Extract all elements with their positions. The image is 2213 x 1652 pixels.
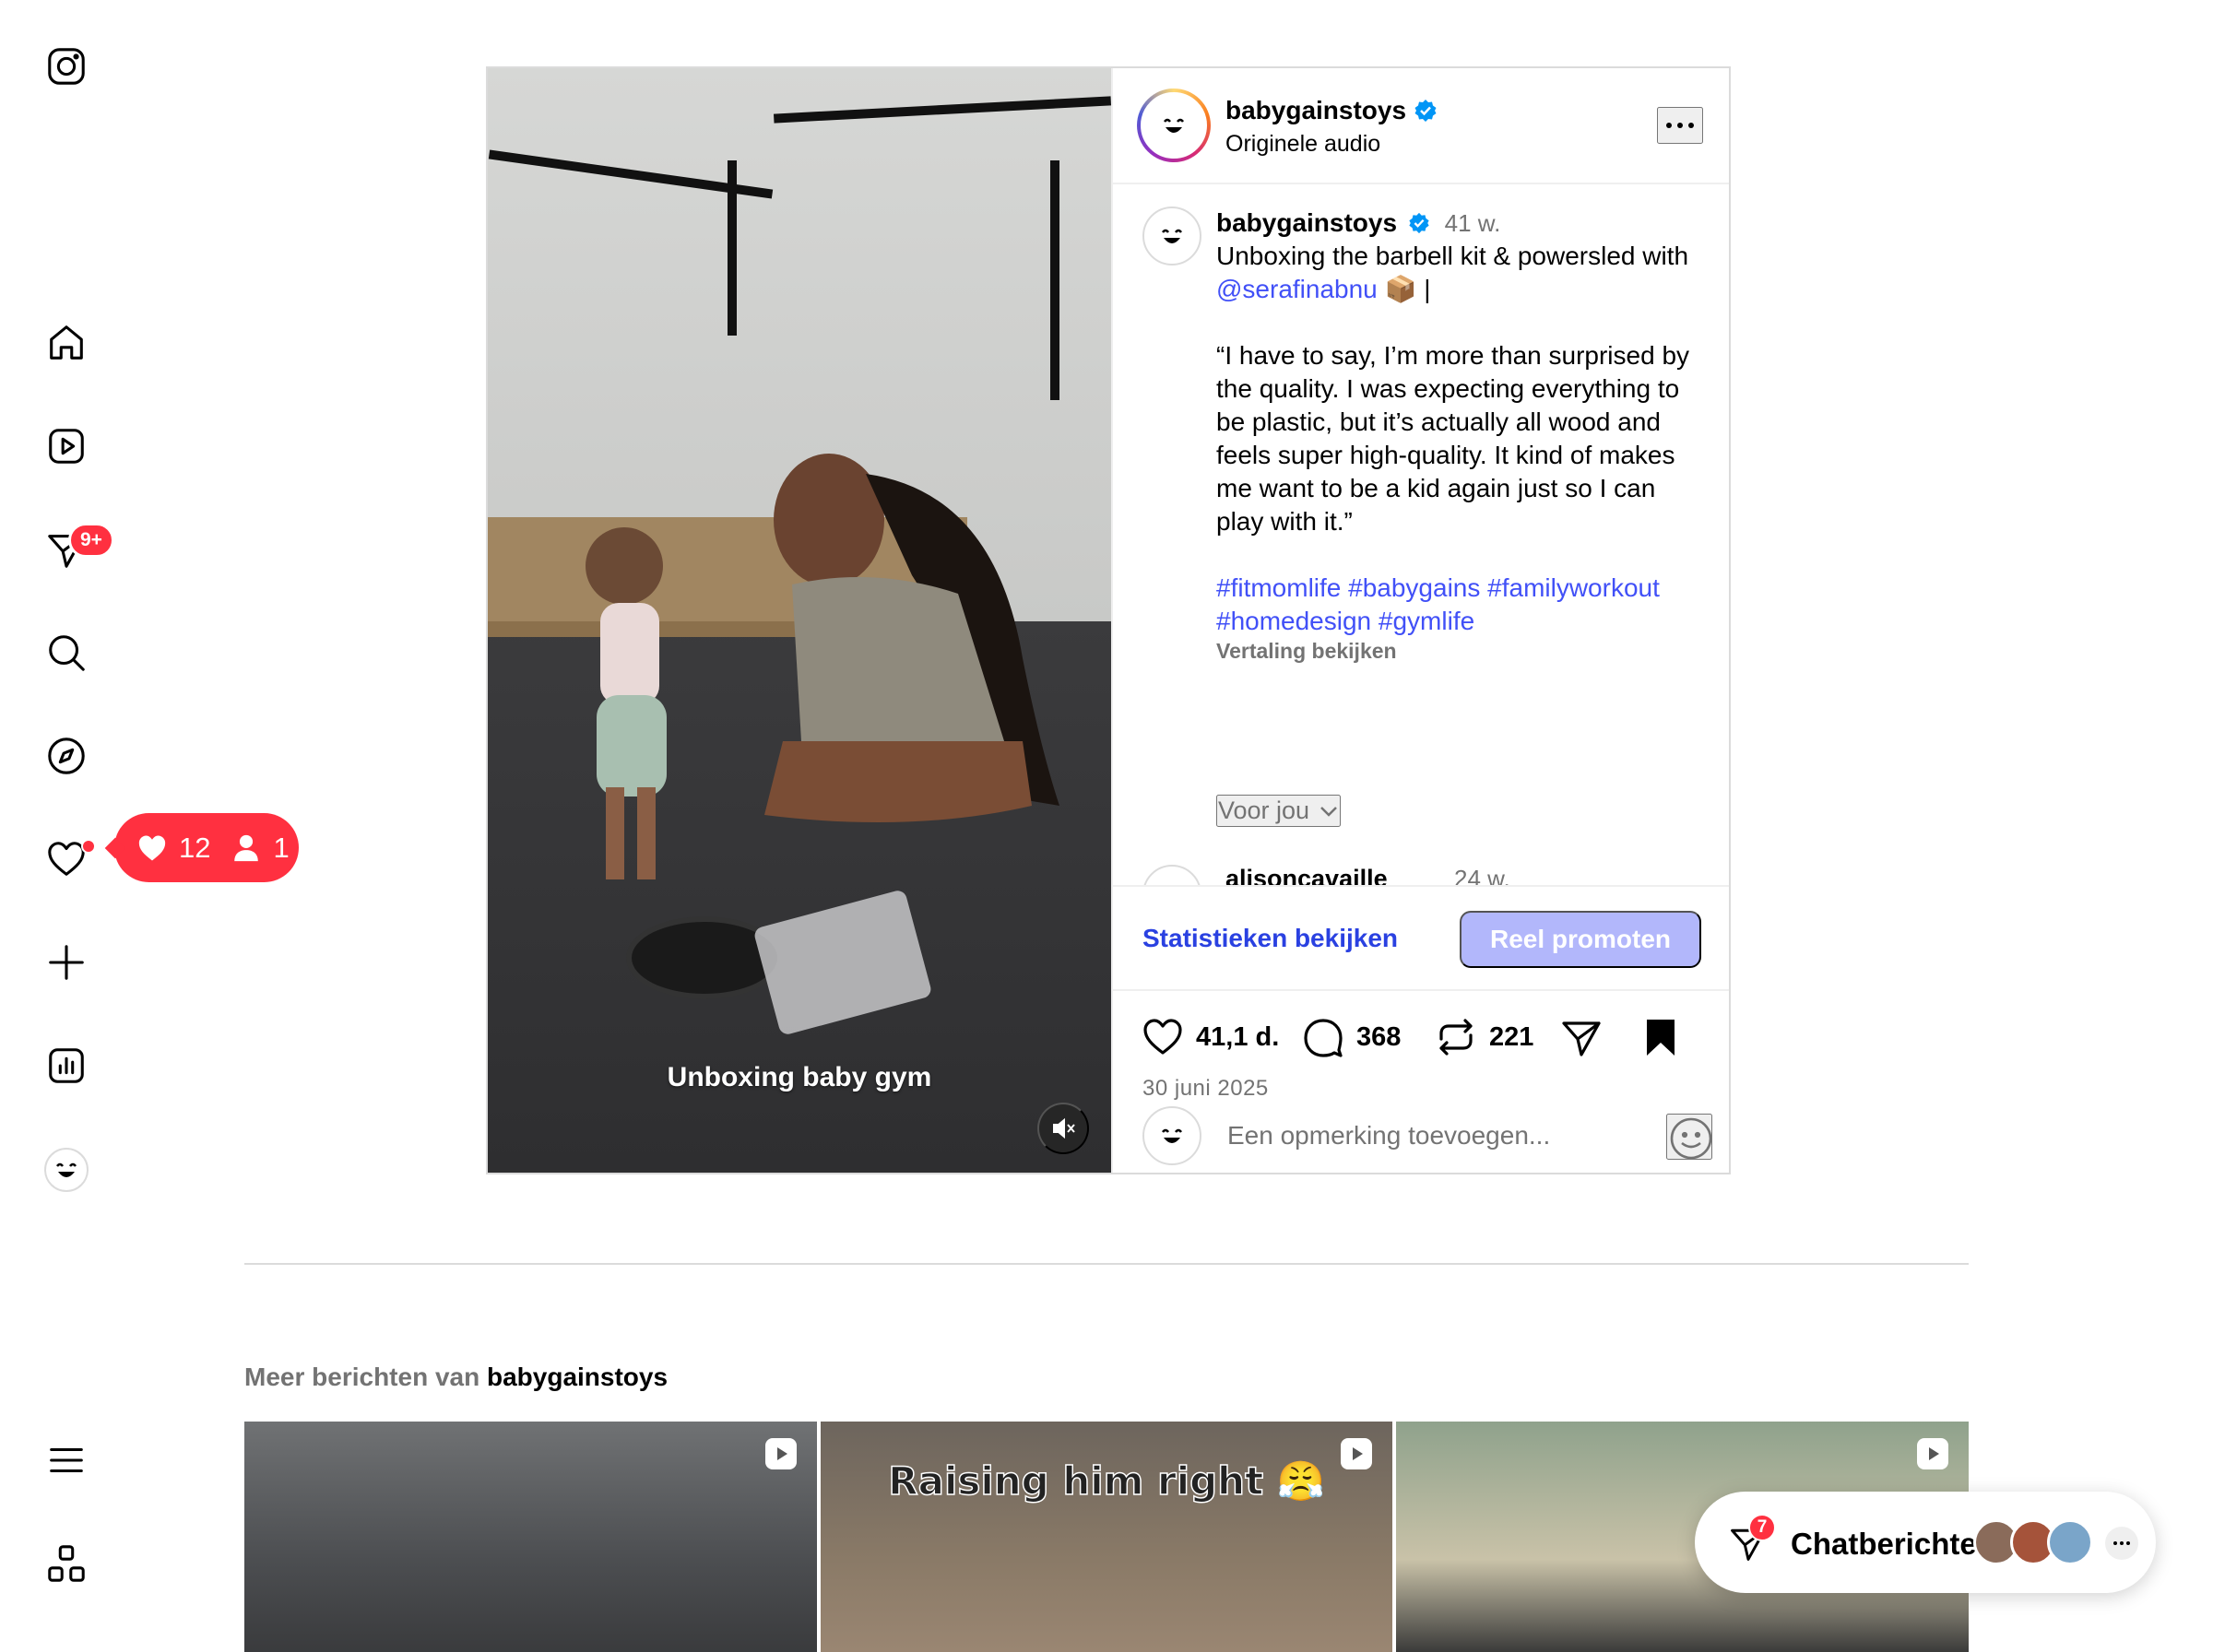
reel-icon: [1339, 1436, 1374, 1471]
caption-header: babygainstoys 41 w.: [1216, 206, 1705, 240]
mute-button[interactable]: [1037, 1103, 1089, 1154]
sidebar: 9+ 12 1: [0, 0, 299, 1652]
caption-hashtags[interactable]: #fitmomlife #babygains #familyworkout #h…: [1216, 572, 1705, 638]
reels-icon[interactable]: [44, 424, 89, 468]
post-header: babygainstoys Originele audio: [1113, 68, 1729, 184]
child-figure: [586, 527, 667, 879]
translate-link[interactable]: Vertaling bekijken: [1216, 638, 1705, 664]
caption-time: 41 w.: [1444, 209, 1501, 237]
messages-badge: 9+: [68, 523, 114, 558]
caption-username[interactable]: babygainstoys: [1216, 208, 1397, 237]
caption-line1: Unboxing the barbell kit & powersled wit…: [1216, 242, 1689, 270]
likes-count: 12: [179, 831, 211, 864]
likes-count[interactable]: 41,1 d.: [1196, 1022, 1279, 1053]
speaker-muted-icon: [1053, 1117, 1075, 1139]
smiley-face-icon: [1154, 1117, 1190, 1154]
emoji-picker-button[interactable]: [1666, 1114, 1712, 1160]
post-thumbnail[interactable]: Raising him right 😤: [820, 1422, 1393, 1652]
bookmark-icon[interactable]: [1639, 1015, 1683, 1059]
comment-sort-label: Voor jou: [1218, 796, 1310, 824]
viewer-avatar: [1142, 1106, 1201, 1165]
comment-sort-dropdown[interactable]: Voor jou: [1216, 795, 1342, 827]
comment-username[interactable]: alisoncavaille: [1225, 865, 1388, 885]
instagram-logo-icon[interactable]: [44, 44, 89, 88]
comment-time: 24 w.: [1454, 865, 1510, 885]
bar-bracket: [1050, 160, 1059, 400]
avatar: [2047, 1519, 2093, 1565]
insights-icon[interactable]: [44, 1044, 89, 1088]
post-side-panel: babygainstoys Originele audio babygainst…: [1111, 68, 1729, 1173]
chat-unread-badge: 7: [1748, 1514, 1776, 1541]
thumbnail-text: Raising him right 😤: [888, 1457, 1326, 1504]
reel-video[interactable]: Unboxing baby gym: [488, 68, 1111, 1173]
share-group: [1559, 1015, 1604, 1059]
author-avatar-story-ring[interactable]: [1137, 88, 1211, 162]
caption-mention-row: @serafinabnu 📦 |: [1216, 273, 1705, 306]
home-icon[interactable]: [44, 321, 89, 365]
author-name-row: babygainstoys: [1225, 96, 1438, 125]
add-comment-bar: [1113, 1093, 1729, 1173]
caption-author-avatar[interactable]: [1142, 206, 1201, 266]
smiley-face-icon: [1155, 107, 1192, 144]
caption-after-mention: 📦 |: [1377, 275, 1431, 303]
reel-icon: [763, 1436, 799, 1471]
author-username[interactable]: babygainstoys: [1225, 96, 1406, 125]
comment-avatar[interactable]: [1142, 865, 1201, 885]
mention-link[interactable]: @serafinabnu: [1216, 275, 1378, 303]
comment-icon[interactable]: [1301, 1015, 1345, 1059]
chat-avatars: [1973, 1519, 2093, 1565]
smiley-face-icon: [48, 1151, 85, 1188]
comments-count[interactable]: 368: [1356, 1022, 1401, 1053]
post-card: Unboxing baby gym babygainstoys Originel…: [486, 66, 1731, 1174]
menu-icon[interactable]: [44, 1438, 89, 1482]
repost-icon[interactable]: [1434, 1015, 1478, 1059]
promote-reel-button[interactable]: Reel promoten: [1460, 911, 1701, 968]
comment-input[interactable]: [1227, 1114, 1615, 1158]
more-posts-prefix: Meer berichten van: [244, 1363, 480, 1391]
post-thumbnail[interactable]: [244, 1422, 817, 1652]
emoji-icon: [1670, 1117, 1712, 1160]
repost-group: 221: [1434, 1015, 1533, 1059]
comment-group: 368: [1301, 1015, 1401, 1059]
profile-avatar[interactable]: [44, 1148, 89, 1192]
more-apps-icon[interactable]: [44, 1541, 89, 1586]
notification-dot: [81, 839, 96, 854]
bar-bracket: [728, 160, 737, 336]
caption-body: babygainstoys 41 w. Unboxing the barbell…: [1216, 206, 1705, 664]
follows-count: 1: [273, 831, 290, 864]
comments-list[interactable]: babygainstoys 41 w. Unboxing the barbell…: [1113, 184, 1729, 885]
heart-filled-icon: [138, 835, 166, 860]
dot-icon: [1677, 123, 1683, 128]
verified-badge-icon: [1409, 212, 1429, 234]
chat-messages-pill[interactable]: 7 Chatberichten: [1695, 1492, 2156, 1593]
chat-label: Chatberichten: [1791, 1527, 1984, 1561]
search-icon[interactable]: [44, 631, 89, 675]
more-posts-username[interactable]: babygainstoys: [487, 1363, 668, 1391]
audio-link[interactable]: Originele audio: [1225, 131, 1380, 158]
video-caption: Unboxing baby gym: [667, 1062, 932, 1092]
view-insights-link[interactable]: Statistieken bekijken: [1142, 924, 1398, 953]
verified-badge-icon: [1414, 100, 1437, 122]
heart-icon[interactable]: [1141, 1015, 1185, 1059]
more-posts-heading: Meer berichten van babygainstoys: [244, 1363, 668, 1392]
dot-icon: [1688, 123, 1694, 128]
owner-actions-bar: Statistieken bekijken Reel promoten: [1113, 885, 1729, 991]
section-divider: [244, 1263, 1969, 1265]
reposts-count[interactable]: 221: [1489, 1022, 1533, 1053]
share-icon[interactable]: [1559, 1015, 1604, 1059]
like-group: 41,1 d.: [1141, 1015, 1279, 1059]
explore-icon[interactable]: [44, 734, 89, 778]
caption-quote: “I have to say, I’m more than surprised …: [1216, 341, 1690, 536]
more-options-button[interactable]: [1657, 107, 1703, 144]
dot-icon: [1666, 123, 1672, 128]
smiley-face-icon: [1154, 218, 1190, 254]
notification-summary-pill[interactable]: 12 1: [114, 813, 299, 882]
chat-more-icon: [2105, 1527, 2138, 1560]
person-filled-icon: [234, 834, 259, 861]
woman-figure: [764, 454, 1059, 822]
reel-icon: [1915, 1436, 1950, 1471]
chevron-down-icon: [1320, 806, 1337, 817]
create-icon[interactable]: [44, 940, 89, 985]
